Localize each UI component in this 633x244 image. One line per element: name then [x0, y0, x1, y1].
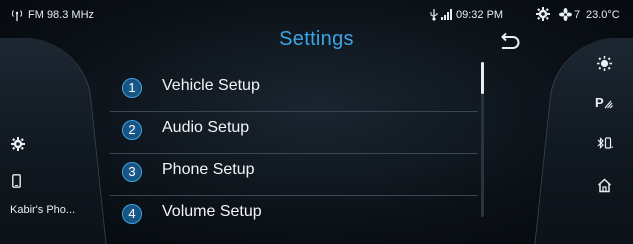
right-side-panel — [533, 38, 633, 244]
menu-item-label: Audio Setup — [162, 119, 250, 136]
brightness-icon[interactable] — [597, 56, 612, 76]
home-icon[interactable] — [597, 178, 612, 198]
back-arrow-icon — [501, 32, 520, 49]
item-number-badge: 4 — [122, 204, 142, 224]
item-number-badge: 1 — [122, 78, 142, 98]
svg-text:P: P — [595, 95, 604, 110]
fan-speed: 7 — [574, 9, 581, 21]
fan-icon[interactable] — [559, 8, 572, 24]
settings-menu: 1 Vehicle Setup 2 Audio Setup 3 Phone Se… — [110, 70, 478, 237]
item-number-badge: 2 — [122, 120, 142, 140]
signal-icon — [441, 9, 453, 23]
menu-item-audio-setup[interactable]: 2 Audio Setup — [110, 112, 478, 154]
menu-item-label: Phone Setup — [162, 161, 255, 178]
menu-item-label: Vehicle Setup — [162, 77, 260, 94]
clock: 09:32 PM — [456, 9, 504, 21]
scroll-thumb[interactable] — [481, 62, 484, 94]
menu-item-volume-setup[interactable]: 4 Volume Setup — [110, 196, 478, 237]
menu-item-phone-setup[interactable]: 3 Phone Setup — [110, 154, 478, 196]
radio-station: FM 98.3 MHz — [28, 9, 95, 21]
menu-item-label: Volume Setup — [162, 203, 262, 220]
menu-item-vehicle-setup[interactable]: 1 Vehicle Setup — [110, 70, 478, 112]
item-number-badge: 3 — [122, 162, 142, 182]
radio-antenna-icon — [10, 9, 24, 24]
settings-screen: FM 98.3 MHz 09:32 PM 7 23.0°C Settings K… — [0, 0, 633, 244]
bluetooth-phone-icon[interactable] — [597, 136, 613, 155]
phone-icon[interactable] — [12, 174, 21, 193]
temperature: 23.0°C — [586, 9, 620, 21]
gear-icon[interactable] — [536, 7, 550, 24]
usb-icon — [429, 8, 439, 24]
gear-icon[interactable] — [11, 137, 25, 156]
parking-icon[interactable]: P — [595, 95, 613, 115]
scrollbar[interactable] — [481, 62, 484, 217]
connected-phone-name[interactable]: Kabir's Pho... — [10, 204, 75, 216]
page-title: Settings — [279, 28, 354, 50]
back-button[interactable] — [496, 32, 520, 54]
